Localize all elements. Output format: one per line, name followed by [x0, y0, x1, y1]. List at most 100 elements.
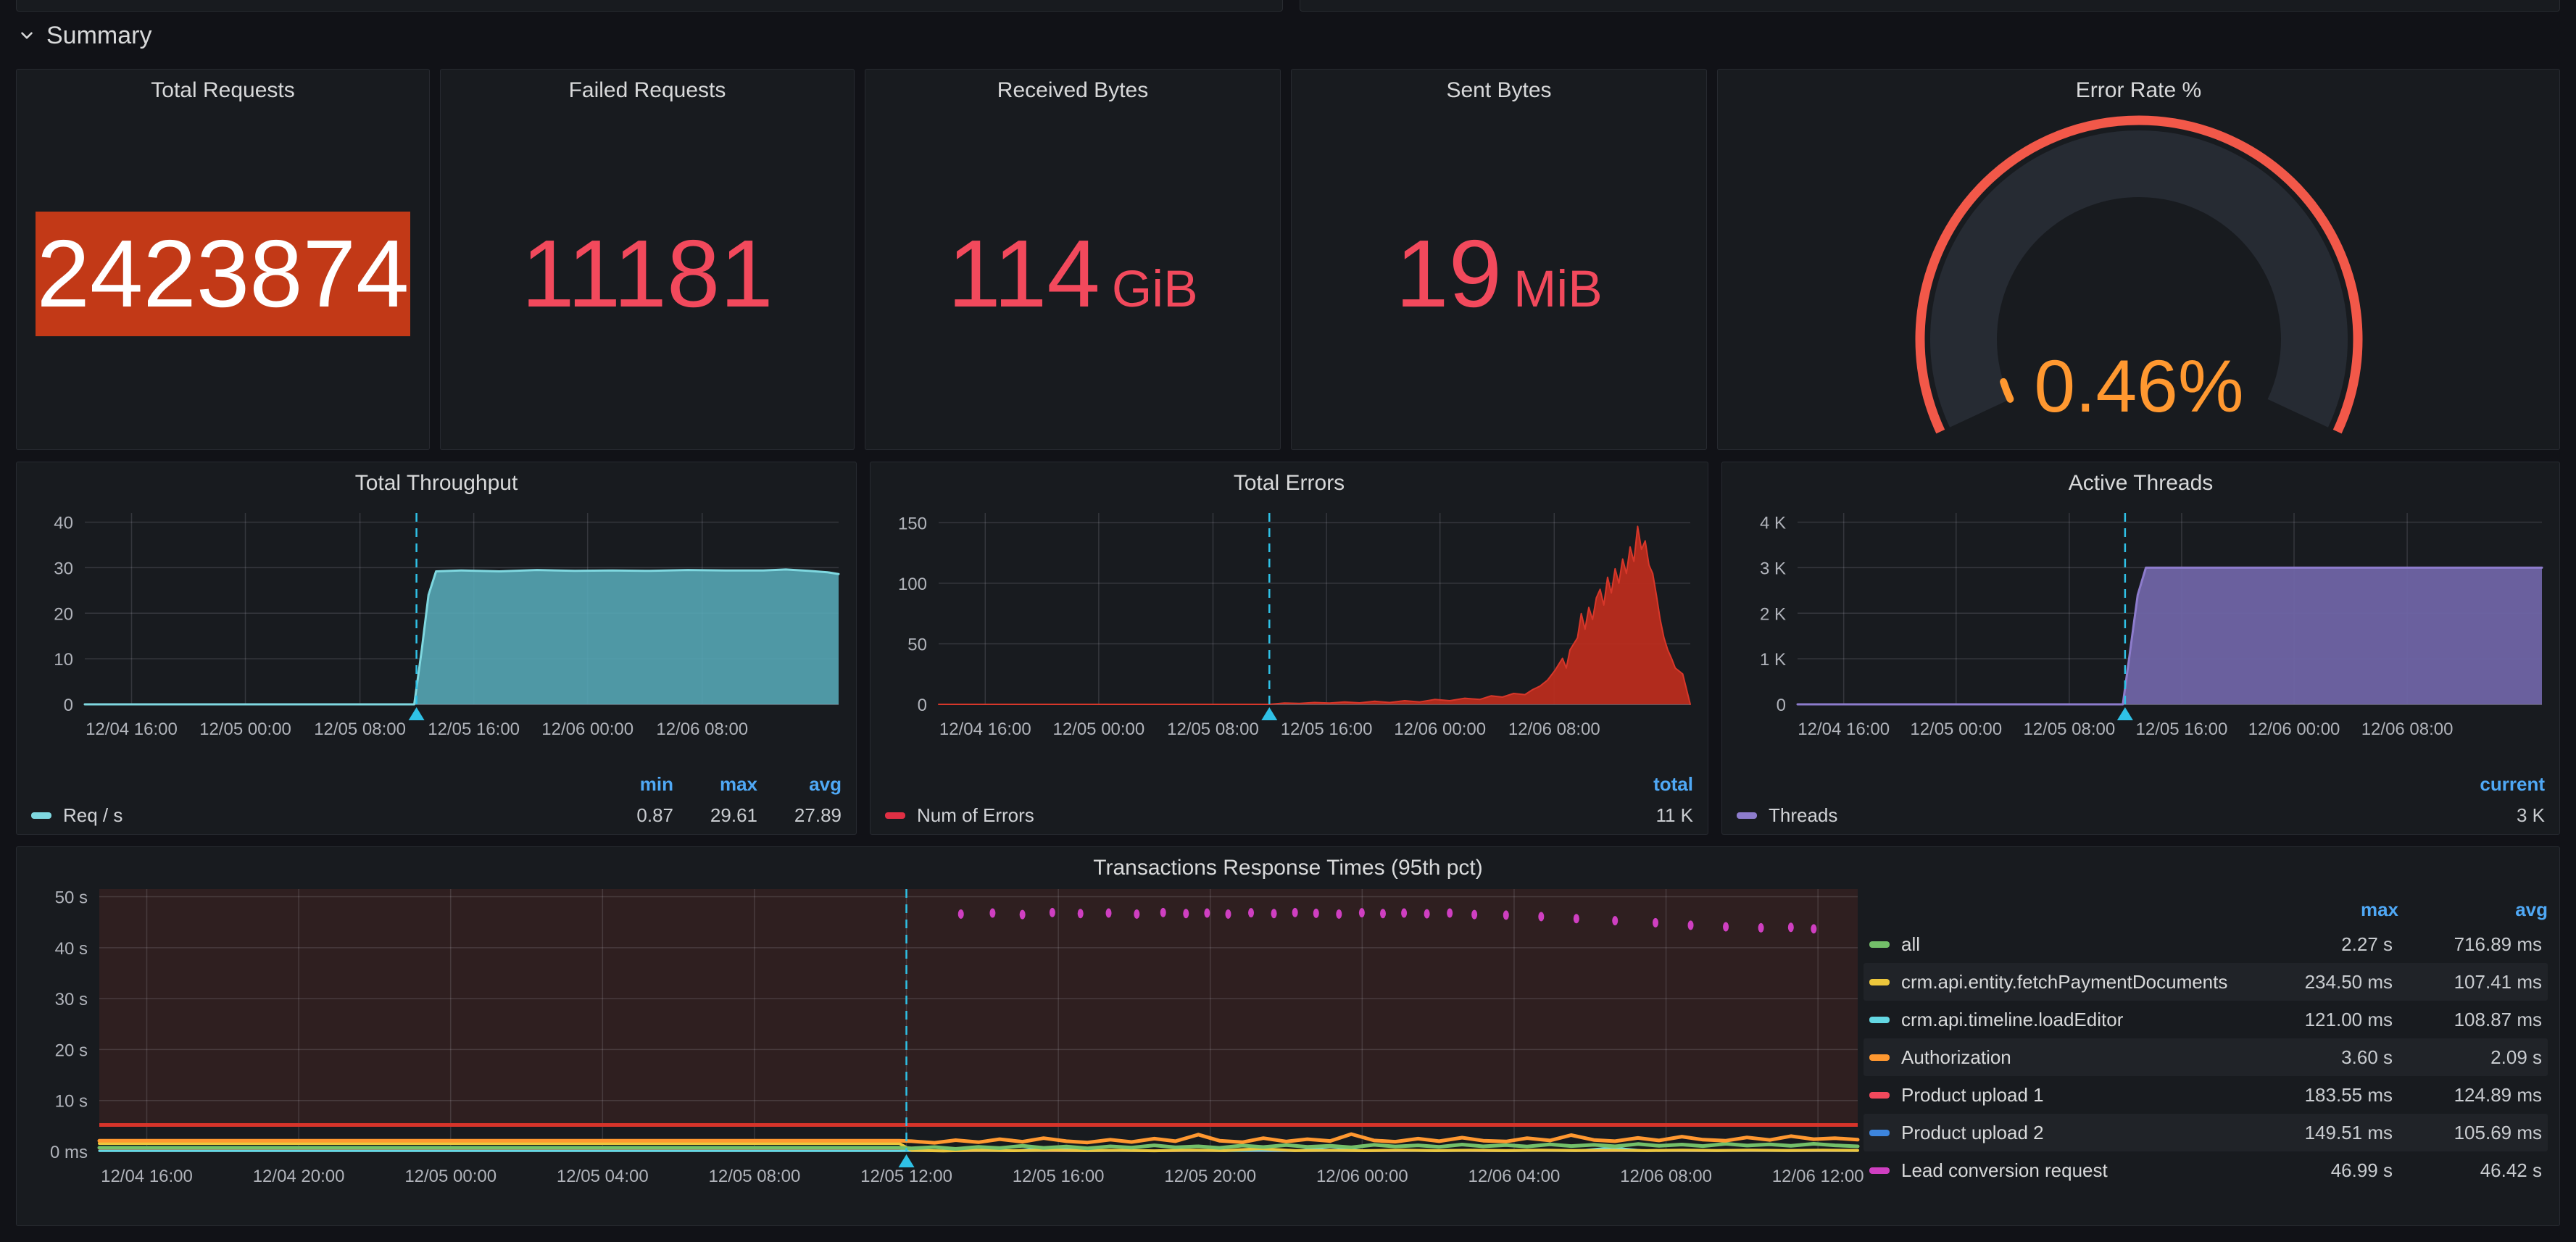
series-swatch: [1737, 812, 1757, 819]
legend-sort-max[interactable]: max: [2249, 899, 2398, 921]
svg-text:12/06 00:00: 12/06 00:00: [1394, 720, 1486, 739]
svg-text:12/05 16:00: 12/05 16:00: [1013, 1167, 1105, 1186]
panel-title[interactable]: Total Errors: [871, 471, 1708, 496]
throughput-legend: min max avg Req / s 0.87 29.61 27.89: [31, 773, 842, 827]
chevron-down-icon: [17, 26, 36, 45]
series-label: crm.api.entity.fetchPaymentDocuments: [1901, 971, 2227, 993]
transactions-chart[interactable]: 0 ms10 s20 s30 s40 s50 s12/04 16:0012/04…: [24, 883, 1865, 1202]
svg-text:12/05 08:00: 12/05 08:00: [709, 1167, 801, 1186]
legend-sort-avg[interactable]: avg: [2398, 899, 2548, 921]
svg-text:40: 40: [54, 514, 73, 533]
panel-title[interactable]: Sent Bytes: [1292, 78, 1706, 103]
svg-text:10: 10: [54, 650, 73, 670]
svg-text:150: 150: [898, 514, 927, 533]
panel-total-errors: Total Errors 05010015012/04 16:0012/05 0…: [870, 462, 1708, 835]
svg-text:50 s: 50 s: [55, 888, 88, 908]
svg-text:12/05 08:00: 12/05 08:00: [1167, 720, 1259, 739]
legend-sort-avg[interactable]: avg: [757, 773, 842, 796]
panel-title[interactable]: Active Threads: [1722, 471, 2559, 496]
svg-text:0.46%: 0.46%: [2034, 345, 2243, 428]
stat-value-total-requests: 2423874: [36, 212, 410, 336]
panel-transactions-response-times: Transactions Response Times (95th pct) 0…: [16, 846, 2560, 1226]
panel-title[interactable]: Total Throughput: [17, 471, 856, 496]
svg-text:12/05 04:00: 12/05 04:00: [557, 1167, 649, 1186]
threads-chart[interactable]: 01 K2 K3 K4 K12/04 16:0012/05 00:0012/05…: [1728, 503, 2555, 749]
series-swatch: [1869, 1130, 1890, 1136]
series-swatch: [1869, 1054, 1890, 1061]
legend-sort-max[interactable]: max: [673, 773, 757, 796]
section-row-summary[interactable]: Summary: [17, 19, 151, 52]
series-swatch: [1869, 1167, 1890, 1174]
svg-text:30: 30: [54, 559, 73, 578]
svg-text:12/05 00:00: 12/05 00:00: [199, 720, 291, 739]
svg-text:12/04 16:00: 12/04 16:00: [939, 720, 1031, 739]
svg-text:1 K: 1 K: [1760, 650, 1786, 670]
legend-item[interactable]: Threads 3 K: [1737, 804, 2545, 827]
legend-sort-min[interactable]: min: [589, 773, 673, 796]
panel-title[interactable]: Received Bytes: [865, 78, 1280, 103]
panel-title[interactable]: Total Requests: [17, 78, 429, 103]
series-swatch: [31, 812, 51, 819]
legend-item[interactable]: Lead conversion request 46.99 s46.42 s: [1864, 1151, 2548, 1189]
svg-text:2 K: 2 K: [1760, 604, 1786, 624]
svg-text:12/04 16:00: 12/04 16:00: [1798, 720, 1890, 739]
legend-item[interactable]: Num of Errors 11 K: [885, 804, 1693, 827]
legend-item[interactable]: Product upload 2 149.51 ms105.69 ms: [1864, 1114, 2548, 1151]
svg-text:20 s: 20 s: [55, 1041, 88, 1060]
legend-sort-current[interactable]: current: [2449, 773, 2545, 796]
legend-item[interactable]: Product upload 1 183.55 ms124.89 ms: [1864, 1076, 2548, 1114]
svg-text:12/06 08:00: 12/06 08:00: [656, 720, 748, 739]
stat-value-failed-requests: 11181: [521, 224, 773, 325]
svg-text:12/05 20:00: 12/05 20:00: [1164, 1167, 1256, 1186]
svg-text:12/06 08:00: 12/06 08:00: [2361, 720, 2454, 739]
legend-item[interactable]: crm.api.entity.fetchPaymentDocuments 234…: [1864, 963, 2548, 1001]
series-label: Req / s: [63, 804, 122, 827]
series-label: all: [1901, 933, 1920, 956]
threads-legend: current Threads 3 K: [1737, 773, 2545, 827]
panel-total-throughput: Total Throughput 01020304012/04 16:0012/…: [16, 462, 857, 835]
panel-above-right-remnant: [1300, 0, 2560, 12]
svg-text:12/05 08:00: 12/05 08:00: [2023, 720, 2115, 739]
svg-text:12/05 16:00: 12/05 16:00: [428, 720, 520, 739]
svg-text:40 s: 40 s: [55, 939, 88, 959]
series-swatch: [1869, 941, 1890, 948]
panel-error-rate: Error Rate % 0.46%: [1717, 69, 2560, 450]
svg-text:12/06 08:00: 12/06 08:00: [1508, 720, 1600, 739]
svg-text:12/05 00:00: 12/05 00:00: [1910, 720, 2002, 739]
svg-text:12/06 04:00: 12/06 04:00: [1468, 1167, 1561, 1186]
legend-item[interactable]: Req / s 0.87 29.61 27.89: [31, 804, 842, 827]
series-label: Threads: [1769, 804, 1837, 827]
series-label: Authorization: [1901, 1046, 2011, 1069]
svg-text:12/06 00:00: 12/06 00:00: [1316, 1167, 1408, 1186]
series-label: Product upload 2: [1901, 1122, 2044, 1144]
svg-text:12/06 00:00: 12/06 00:00: [541, 720, 633, 739]
errors-chart[interactable]: 05010015012/04 16:0012/05 00:0012/05 08:…: [876, 503, 1703, 749]
panel-sent-bytes: Sent Bytes 19MiB: [1291, 69, 1707, 450]
panel-title[interactable]: Transactions Response Times (95th pct): [17, 856, 2559, 880]
svg-text:3 K: 3 K: [1760, 559, 1786, 578]
stat-value-received-bytes: 114GiB: [947, 224, 1197, 325]
svg-text:12/04 16:00: 12/04 16:00: [101, 1167, 193, 1186]
series-label: Num of Errors: [917, 804, 1034, 827]
svg-text:20: 20: [54, 604, 73, 624]
error-rate-gauge: 0.46%: [1718, 70, 2559, 449]
legend-item[interactable]: crm.api.timeline.loadEditor 121.00 ms108…: [1864, 1001, 2548, 1038]
throughput-chart[interactable]: 01020304012/04 16:0012/05 00:0012/05 08:…: [22, 503, 852, 749]
svg-text:0: 0: [1777, 696, 1786, 715]
transactions-legend: max avg all 2.27 s716.89 ms crm.api.enti…: [1864, 893, 2548, 1189]
series-swatch: [1869, 1017, 1890, 1023]
legend-item[interactable]: Authorization 3.60 s2.09 s: [1864, 1038, 2548, 1076]
svg-text:12/05 16:00: 12/05 16:00: [2136, 720, 2228, 739]
series-label: Lead conversion request: [1901, 1159, 2108, 1182]
legend-item[interactable]: all 2.27 s716.89 ms: [1864, 925, 2548, 963]
stat-unit: MiB: [1513, 260, 1603, 318]
svg-text:0: 0: [64, 696, 73, 715]
panel-total-requests: Total Requests 2423874: [16, 69, 430, 450]
panel-title[interactable]: Failed Requests: [441, 78, 854, 103]
svg-text:12/04 20:00: 12/04 20:00: [253, 1167, 345, 1186]
svg-text:30 s: 30 s: [55, 990, 88, 1009]
svg-text:12/06 12:00: 12/06 12:00: [1772, 1167, 1864, 1186]
legend-sort-total[interactable]: total: [1609, 773, 1693, 796]
errors-legend: total Num of Errors 11 K: [885, 773, 1693, 827]
svg-text:12/05 12:00: 12/05 12:00: [860, 1167, 952, 1186]
